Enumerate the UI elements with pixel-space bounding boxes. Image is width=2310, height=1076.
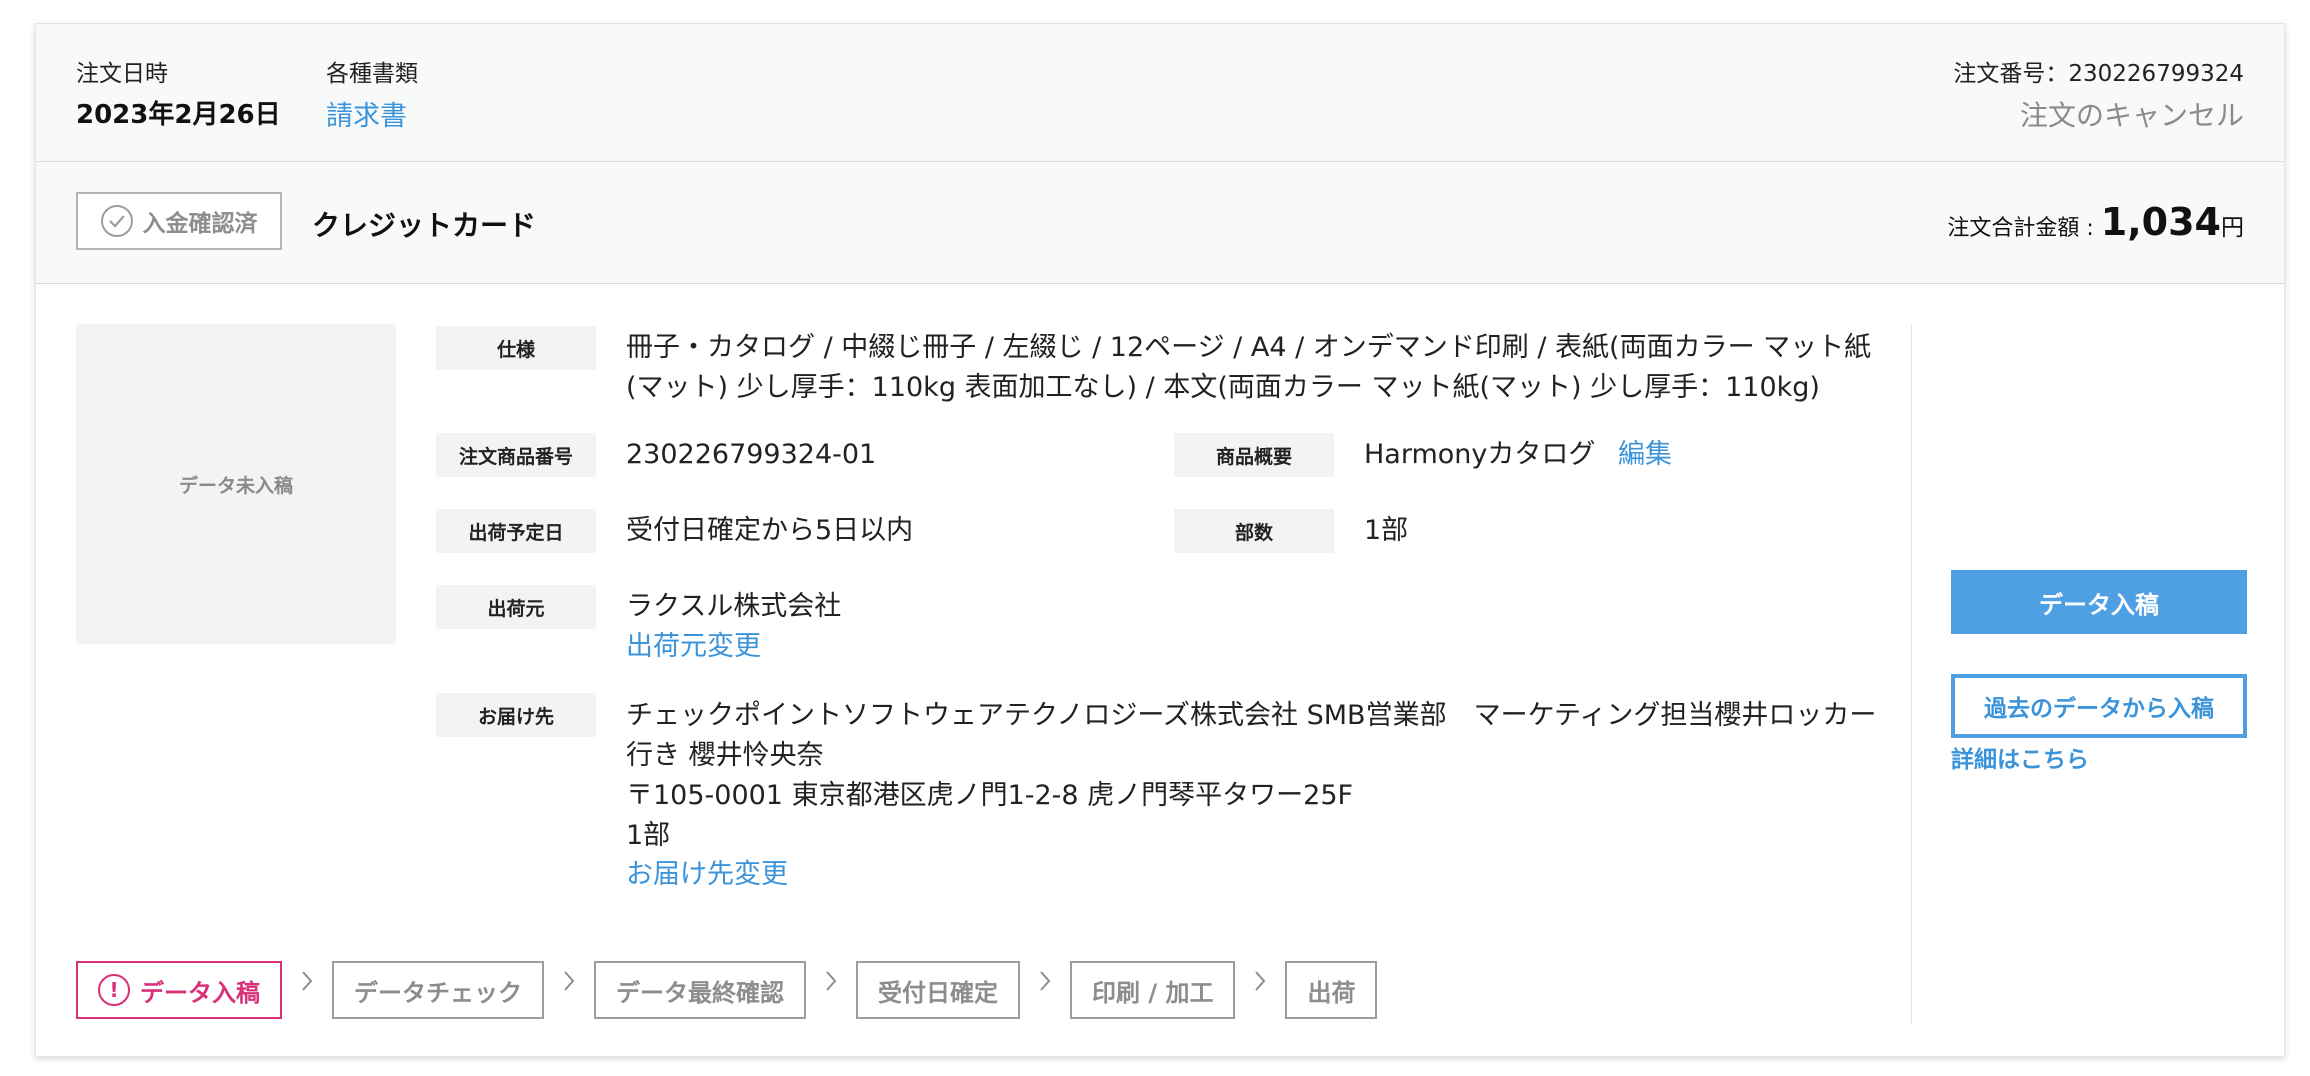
step-label: 受付日確定 [878,978,998,1007]
thumbnail-text: データ未入稿 [178,474,293,497]
total-amount: 1,034 [2100,200,2221,244]
item-number-label: 注文商品番号 [436,433,596,477]
step-printing-processing: 印刷 / 加工 [1070,961,1236,1019]
invoice-link[interactable]: 請求書 [326,94,407,133]
payment-status-text: 入金確認済 [142,211,258,237]
destination-copies: 1部 [626,820,671,851]
order-total: 注文合計金額 : 1,034円 [1947,200,2244,244]
step-data-check: データチェック [332,961,544,1019]
order-date-label: 注文日時 [76,61,168,87]
payment-status-badge: 入金確認済 [76,192,282,250]
total-label: 注文合計金額 : [1947,216,2101,241]
summary-label: 商品概要 [1174,433,1334,477]
order-number: 注文番号：230226799324 [1953,61,2244,87]
destination-address: 〒105-0001 東京都港区虎ノ門1-2-8 虎ノ門琴平タワー25F [626,780,1354,811]
summary-value: Harmonyカタログ [1364,439,1596,470]
destination-label: お届け先 [436,693,596,737]
chevron-right-icon [806,952,856,1010]
order-header: 注文日時 2023年2月26日 各種書類 請求書 注文番号：2302267993… [36,24,2284,162]
copies-label: 部数 [1174,509,1334,553]
item-number: 230226799324-01 [626,439,877,470]
edit-summary-link[interactable]: 編集 [1618,439,1672,470]
step-acceptance-date-confirmed: 受付日確定 [856,961,1020,1019]
copies: 1部 [1364,515,1409,546]
step-shipping: 出荷 [1285,961,1378,1019]
step-label: データチェック [354,978,522,1007]
step-data-upload: ! データ入稿 [76,961,282,1019]
shipper: ラクスル株式会社 [626,591,842,622]
progress-steps: ! データ入稿 データチェック データ最終確認 受付日確定 印刷 / 加工 出荷 [76,961,1378,1019]
change-destination-link[interactable]: お届け先変更 [626,855,788,895]
cancel-order-link[interactable]: 注文のキャンセル [2020,94,2244,134]
step-label: 出荷 [1307,978,1356,1007]
destination-company: チェックポイントソフトウェアテクノロジーズ株式会社 SMB営業部 マーケティング… [626,700,1877,771]
ship-date: 受付日確定から5日以内 [626,515,914,546]
ship-date-label: 出荷予定日 [436,509,596,553]
chevron-right-icon [1020,952,1070,1010]
total-unit: 円 [2221,215,2244,241]
exclamation-circle-icon: ! [98,974,130,1006]
step-final-data-confirmation: データ最終確認 [594,961,806,1019]
spec-value: 冊子・カタログ / 中綴じ冊子 / 左綴じ / 12ページ / A4 / オンデ… [626,332,1872,403]
shipper-label: 出荷元 [436,585,596,629]
change-shipper-link[interactable]: 出荷元変更 [626,627,761,667]
step-label: データ入稿 [140,978,260,1007]
order-card: 注文日時 2023年2月26日 各種書類 請求書 注文番号：2302267993… [35,23,2285,1057]
upload-from-past-data-button[interactable]: 過去のデータから入稿 [1951,674,2247,738]
chevron-right-icon [282,952,332,1010]
chevron-right-icon [1235,952,1285,1010]
order-date: 2023年2月26日 [76,100,281,130]
vertical-divider [1911,324,1912,1024]
details-link[interactable]: 詳細はこちら [1951,740,2089,774]
payment-method: クレジットカード [312,209,537,242]
documents-label: 各種書類 [326,61,418,87]
upload-data-button[interactable]: データ入稿 [1951,570,2247,634]
payment-bar: 入金確認済 クレジットカード 注文合計金額 : 1,034円 [36,162,2284,284]
spec-label: 仕様 [436,326,596,370]
chevron-right-icon [544,952,594,1010]
step-label: データ最終確認 [616,978,784,1007]
check-circle-icon [100,205,133,237]
product-summary: Harmonyカタログ 編集 [1364,435,1672,475]
product-thumbnail: データ未入稿 [76,324,396,644]
step-label: 印刷 / 加工 [1092,978,1214,1007]
